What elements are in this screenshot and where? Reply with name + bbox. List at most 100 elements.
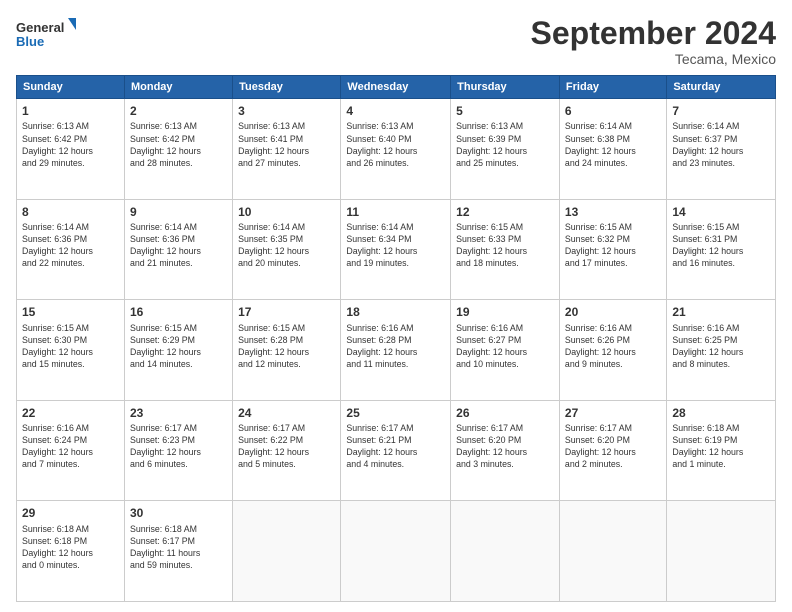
day-info: Sunrise: 6:18 AMSunset: 6:17 PMDaylight:… — [130, 523, 227, 572]
day-info: Sunrise: 6:18 AMSunset: 6:18 PMDaylight:… — [22, 523, 119, 572]
day-number: 24 — [238, 405, 335, 421]
day-info: Sunrise: 6:15 AMSunset: 6:28 PMDaylight:… — [238, 322, 335, 371]
table-row: 24Sunrise: 6:17 AMSunset: 6:22 PMDayligh… — [233, 400, 341, 501]
main-title: September 2024 — [531, 16, 776, 51]
day-info: Sunrise: 6:13 AMSunset: 6:39 PMDaylight:… — [456, 120, 554, 169]
week-row-2: 8Sunrise: 6:14 AMSunset: 6:36 PMDaylight… — [17, 199, 776, 300]
day-info: Sunrise: 6:15 AMSunset: 6:30 PMDaylight:… — [22, 322, 119, 371]
day-number: 25 — [346, 405, 445, 421]
table-row: 25Sunrise: 6:17 AMSunset: 6:21 PMDayligh… — [341, 400, 451, 501]
header: General Blue September 2024 Tecama, Mexi… — [16, 16, 776, 67]
day-number: 17 — [238, 304, 335, 320]
table-row: 11Sunrise: 6:14 AMSunset: 6:34 PMDayligh… — [341, 199, 451, 300]
table-row: 18Sunrise: 6:16 AMSunset: 6:28 PMDayligh… — [341, 300, 451, 401]
day-info: Sunrise: 6:16 AMSunset: 6:27 PMDaylight:… — [456, 322, 554, 371]
table-row: 20 Sunrise: 6:16 AMSunset: 6:26 PMDayligh… — [559, 300, 666, 401]
day-number: 4 — [346, 103, 445, 119]
day-number: 8 — [22, 204, 119, 220]
day-info: Sunrise: 6:13 AMSunset: 6:42 PMDaylight:… — [22, 120, 119, 169]
day-info: Sunrise: 6:16 AMSunset: 6:28 PMDaylight:… — [346, 322, 445, 371]
table-row: 22Sunrise: 6:16 AMSunset: 6:24 PMDayligh… — [17, 400, 125, 501]
col-friday: Friday — [559, 76, 666, 99]
table-row: 9Sunrise: 6:14 AMSunset: 6:36 PMDaylight… — [124, 199, 232, 300]
day-number: 22 — [22, 405, 119, 421]
week-row-4: 22Sunrise: 6:16 AMSunset: 6:24 PMDayligh… — [17, 400, 776, 501]
day-number: 15 — [22, 304, 119, 320]
day-info: Sunrise: 6:17 AMSunset: 6:22 PMDaylight:… — [238, 422, 335, 471]
table-row: 30 Sunrise: 6:18 AMSunset: 6:17 PMDayligh… — [124, 501, 232, 602]
table-row: 14Sunrise: 6:15 AMSunset: 6:31 PMDayligh… — [667, 199, 776, 300]
table-row: 21 Sunrise: 6:16 AMSunset: 6:25 PMDayligh… — [667, 300, 776, 401]
day-number: 28 — [672, 405, 770, 421]
logo-svg: General Blue — [16, 16, 76, 54]
week-row-3: 15 Sunrise: 6:15 AMSunset: 6:30 PMDayligh… — [17, 300, 776, 401]
svg-text:Blue: Blue — [16, 34, 44, 49]
table-row: 1Sunrise: 6:13 AMSunset: 6:42 PMDaylight… — [17, 99, 125, 200]
col-monday: Monday — [124, 76, 232, 99]
day-info: Sunrise: 6:14 AMSunset: 6:36 PMDaylight:… — [130, 221, 227, 270]
week-row-5: 29 Sunrise: 6:18 AMSunset: 6:18 PMDayligh… — [17, 501, 776, 602]
day-info: Sunrise: 6:14 AMSunset: 6:38 PMDaylight:… — [565, 120, 661, 169]
table-row — [341, 501, 451, 602]
day-info: Sunrise: 6:17 AMSunset: 6:20 PMDaylight:… — [565, 422, 661, 471]
table-row: 8Sunrise: 6:14 AMSunset: 6:36 PMDaylight… — [17, 199, 125, 300]
table-row: 10Sunrise: 6:14 AMSunset: 6:35 PMDayligh… — [233, 199, 341, 300]
title-block: September 2024 Tecama, Mexico — [531, 16, 776, 67]
day-info: Sunrise: 6:16 AMSunset: 6:24 PMDaylight:… — [22, 422, 119, 471]
table-row: 29 Sunrise: 6:18 AMSunset: 6:18 PMDayligh… — [17, 501, 125, 602]
day-number: 27 — [565, 405, 661, 421]
day-number: 1 — [22, 103, 119, 119]
table-row: 4Sunrise: 6:13 AMSunset: 6:40 PMDaylight… — [341, 99, 451, 200]
day-number: 29 — [22, 505, 119, 521]
week-row-1: 1Sunrise: 6:13 AMSunset: 6:42 PMDaylight… — [17, 99, 776, 200]
table-row: 3Sunrise: 6:13 AMSunset: 6:41 PMDaylight… — [233, 99, 341, 200]
table-row — [559, 501, 666, 602]
day-number: 2 — [130, 103, 227, 119]
table-row: 13Sunrise: 6:15 AMSunset: 6:32 PMDayligh… — [559, 199, 666, 300]
svg-text:General: General — [16, 20, 64, 35]
day-info: Sunrise: 6:17 AMSunset: 6:23 PMDaylight:… — [130, 422, 227, 471]
table-row: 27Sunrise: 6:17 AMSunset: 6:20 PMDayligh… — [559, 400, 666, 501]
day-info: Sunrise: 6:18 AMSunset: 6:19 PMDaylight:… — [672, 422, 770, 471]
day-info: Sunrise: 6:14 AMSunset: 6:36 PMDaylight:… — [22, 221, 119, 270]
day-number: 26 — [456, 405, 554, 421]
table-row: 2Sunrise: 6:13 AMSunset: 6:42 PMDaylight… — [124, 99, 232, 200]
day-number: 7 — [672, 103, 770, 119]
day-info: Sunrise: 6:16 AMSunset: 6:26 PMDaylight:… — [565, 322, 661, 371]
day-info: Sunrise: 6:17 AMSunset: 6:20 PMDaylight:… — [456, 422, 554, 471]
day-number: 13 — [565, 204, 661, 220]
table-row: 19 Sunrise: 6:16 AMSunset: 6:27 PMDayligh… — [451, 300, 560, 401]
table-row: 16 Sunrise: 6:15 AMSunset: 6:29 PMDayligh… — [124, 300, 232, 401]
col-sunday: Sunday — [17, 76, 125, 99]
day-number: 11 — [346, 204, 445, 220]
table-row: 15 Sunrise: 6:15 AMSunset: 6:30 PMDayligh… — [17, 300, 125, 401]
day-number: 19 — [456, 304, 554, 320]
day-info: Sunrise: 6:15 AMSunset: 6:29 PMDaylight:… — [130, 322, 227, 371]
day-info: Sunrise: 6:16 AMSunset: 6:25 PMDaylight:… — [672, 322, 770, 371]
day-info: Sunrise: 6:14 AMSunset: 6:34 PMDaylight:… — [346, 221, 445, 270]
col-wednesday: Wednesday — [341, 76, 451, 99]
day-number: 5 — [456, 103, 554, 119]
calendar-header-row: Sunday Monday Tuesday Wednesday Thursday… — [17, 76, 776, 99]
day-info: Sunrise: 6:14 AMSunset: 6:37 PMDaylight:… — [672, 120, 770, 169]
day-number: 12 — [456, 204, 554, 220]
table-row: 28Sunrise: 6:18 AMSunset: 6:19 PMDayligh… — [667, 400, 776, 501]
subtitle: Tecama, Mexico — [531, 51, 776, 67]
day-number: 9 — [130, 204, 227, 220]
day-number: 20 — [565, 304, 661, 320]
logo: General Blue — [16, 16, 76, 54]
table-row — [233, 501, 341, 602]
day-info: Sunrise: 6:15 AMSunset: 6:31 PMDaylight:… — [672, 221, 770, 270]
page: General Blue September 2024 Tecama, Mexi… — [0, 0, 792, 612]
calendar: Sunday Monday Tuesday Wednesday Thursday… — [16, 75, 776, 602]
table-row: 23Sunrise: 6:17 AMSunset: 6:23 PMDayligh… — [124, 400, 232, 501]
day-info: Sunrise: 6:13 AMSunset: 6:42 PMDaylight:… — [130, 120, 227, 169]
day-number: 21 — [672, 304, 770, 320]
day-number: 16 — [130, 304, 227, 320]
day-number: 30 — [130, 505, 227, 521]
table-row: 6Sunrise: 6:14 AMSunset: 6:38 PMDaylight… — [559, 99, 666, 200]
table-row: 26Sunrise: 6:17 AMSunset: 6:20 PMDayligh… — [451, 400, 560, 501]
table-row: 5Sunrise: 6:13 AMSunset: 6:39 PMDaylight… — [451, 99, 560, 200]
day-number: 10 — [238, 204, 335, 220]
table-row: 12Sunrise: 6:15 AMSunset: 6:33 PMDayligh… — [451, 199, 560, 300]
